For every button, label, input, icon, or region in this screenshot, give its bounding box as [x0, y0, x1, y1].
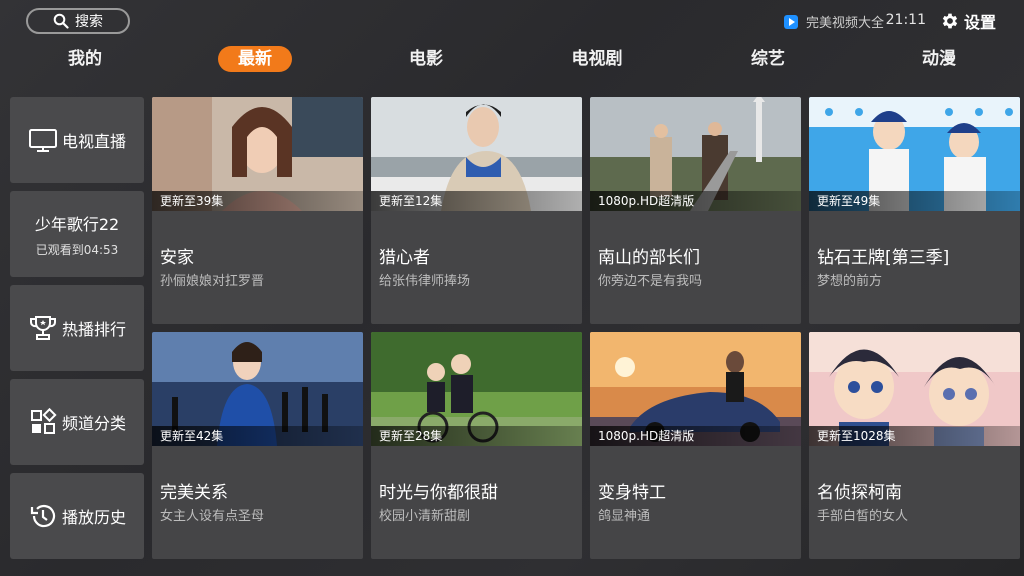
video-title: 南山的部长们 [598, 248, 700, 268]
tab-anime[interactable]: 动漫 [902, 46, 976, 72]
update-badge: 1080p.HD超清版 [590, 426, 801, 446]
recent-progress: 已观看到04:53 [35, 242, 119, 257]
video-thumbnail: 更新至12集 [371, 97, 582, 211]
top-bar: 搜索 完美视频大全 21:11 设置 [0, 0, 1024, 40]
video-subtitle: 手部白皙的女人 [817, 509, 909, 524]
update-badge: 更新至39集 [152, 191, 363, 211]
update-badge: 更新至1028集 [809, 426, 1020, 446]
search-button[interactable]: 搜索 [26, 8, 130, 34]
sidebar-item-history[interactable]: 播放历史 [10, 473, 144, 559]
video-subtitle: 给张伟律师捧场 [379, 274, 471, 289]
history-icon [30, 504, 56, 528]
video-title: 钻石王牌[第三季] [817, 248, 950, 268]
tab-latest[interactable]: 最新 [218, 46, 292, 72]
sidebar-item-live-tv[interactable]: 电视直播 [10, 97, 144, 183]
video-title: 猎心者 [379, 248, 430, 268]
video-card[interactable]: 1080p.HD超清版 变身特工 鸽显神通 [590, 332, 801, 559]
video-subtitle: 你旁边不是有我吗 [598, 274, 703, 289]
video-card[interactable]: 更新至39集 安家 孙俪娘娘对扛罗晋 [152, 97, 363, 324]
video-card[interactable]: 更新至1028集 名侦探柯南 手部白皙的女人 [809, 332, 1020, 559]
update-badge: 更新至28集 [371, 426, 582, 446]
video-card[interactable]: 更新至12集 猎心者 给张伟律师捧场 [371, 97, 582, 324]
update-badge: 更新至49集 [809, 191, 1020, 211]
video-card[interactable]: 1080p.HD超清版 南山的部长们 你旁边不是有我吗 [590, 97, 801, 324]
video-title: 时光与你都很甜 [379, 483, 498, 503]
sidebar-item-label: 频道分类 [61, 414, 126, 433]
video-subtitle: 孙俪娘娘对扛罗晋 [160, 274, 265, 289]
sidebar-item-category[interactable]: 频道分类 [10, 379, 144, 465]
video-thumbnail: 1080p.HD超清版 [590, 332, 801, 446]
settings-button[interactable]: 设置 [940, 9, 996, 33]
update-badge: 更新至12集 [371, 191, 582, 211]
settings-label: 设置 [963, 13, 996, 32]
video-thumbnail: 1080p.HD超清版 [590, 97, 801, 211]
update-badge: 更新至42集 [152, 426, 363, 446]
video-title: 安家 [160, 248, 194, 268]
tv-icon [28, 129, 57, 152]
tab-variety[interactable]: 综艺 [731, 46, 805, 72]
video-card[interactable]: 更新至49集 钻石王牌[第三季] 梦想的前方 [809, 97, 1020, 324]
gear-icon [942, 13, 958, 29]
video-subtitle: 梦想的前方 [817, 274, 883, 289]
category-tabs: 我的 最新 电影 电视剧 综艺 动漫 [0, 46, 1024, 74]
tab-movies[interactable]: 电影 [389, 46, 463, 72]
video-thumbnail: 更新至49集 [809, 97, 1020, 211]
sidebar-item-label: 热播排行 [61, 320, 126, 339]
video-thumbnail: 更新至1028集 [809, 332, 1020, 446]
sidebar-item-ranking[interactable]: 热播排行 [10, 285, 144, 371]
category-grid-icon [30, 407, 57, 434]
tab-tv-series[interactable]: 电视剧 [552, 46, 643, 72]
search-icon [53, 13, 69, 29]
trophy-icon [29, 316, 56, 340]
sidebar-item-continue-watching[interactable]: 少年歌行22 已观看到04:53 [10, 191, 144, 277]
update-badge: 1080p.HD超清版 [590, 191, 801, 211]
clock: 21:11 [885, 12, 926, 28]
app-logo-icon [783, 14, 798, 29]
recent-title: 少年歌行22 [34, 214, 120, 234]
video-title: 完美关系 [160, 483, 228, 503]
video-subtitle: 鸽显神通 [598, 509, 651, 524]
video-subtitle: 女主人设有点圣母 [160, 509, 265, 524]
sidebar-item-label: 播放历史 [61, 508, 126, 527]
video-title: 变身特工 [598, 483, 666, 503]
sidebar-item-label: 电视直播 [61, 132, 126, 151]
video-title: 名侦探柯南 [817, 483, 902, 503]
video-thumbnail: 更新至42集 [152, 332, 363, 446]
video-thumbnail: 更新至39集 [152, 97, 363, 211]
video-thumbnail: 更新至28集 [371, 332, 582, 446]
app-brand: 完美视频大全 [783, 12, 884, 31]
search-label: 搜索 [75, 14, 103, 30]
app-name: 完美视频大全 [805, 16, 884, 31]
video-subtitle: 校园小清新甜剧 [379, 509, 471, 524]
tab-mine[interactable]: 我的 [48, 46, 122, 72]
video-card[interactable]: 更新至42集 完美关系 女主人设有点圣母 [152, 332, 363, 559]
video-card[interactable]: 更新至28集 时光与你都很甜 校园小清新甜剧 [371, 332, 582, 559]
